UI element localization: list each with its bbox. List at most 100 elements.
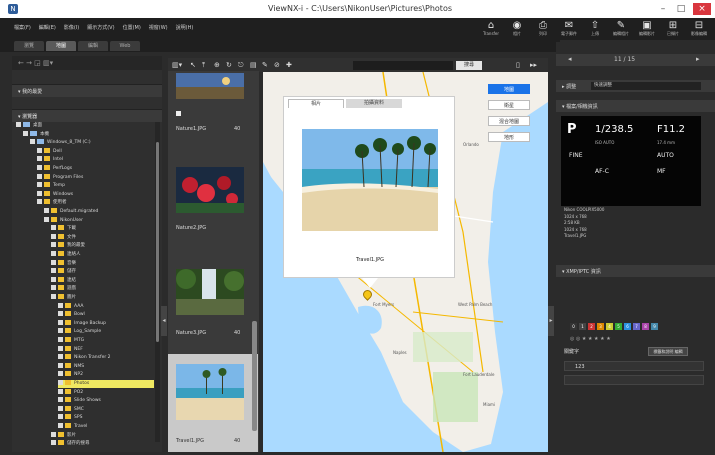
expand-icon[interactable] xyxy=(58,423,63,428)
expand-icon[interactable] xyxy=(37,147,42,153)
expand-icon[interactable] xyxy=(16,122,21,127)
folder-tree-scrollbar[interactable] xyxy=(155,122,160,442)
expand-icon[interactable] xyxy=(51,276,56,282)
tree-item[interactable]: 連絡人 xyxy=(51,251,154,259)
tree-item[interactable]: 我的最愛 xyxy=(51,242,154,250)
menu-view[interactable]: 顯示方式(V) xyxy=(87,24,114,31)
minimize-button[interactable]: – xyxy=(655,3,671,15)
expand-icon[interactable] xyxy=(58,388,63,394)
expand-icon[interactable] xyxy=(58,302,63,308)
label-swatch[interactable]: 4 xyxy=(606,323,613,330)
expand-icon[interactable] xyxy=(51,251,56,256)
rating-stars[interactable]: ◎ ◎ ★ ★ ★ ★ ★ xyxy=(570,336,611,342)
rotate-icon[interactable]: ↻ xyxy=(226,61,232,69)
thumbnail-item[interactable]: Nature1.JPG 40 xyxy=(168,71,258,151)
tree-item[interactable]: Travel xyxy=(58,423,154,431)
popup-tab-photo[interactable]: 相片 xyxy=(288,99,344,108)
add-location-icon[interactable]: ✚ xyxy=(286,61,292,69)
satellite-view-button[interactable]: 衛星 xyxy=(488,100,530,110)
terrain-view-button[interactable]: 地形 xyxy=(488,132,530,142)
expand-icon[interactable]: ▸▸ xyxy=(530,61,537,69)
expand-icon[interactable] xyxy=(58,311,63,317)
label-swatch[interactable]: 2 xyxy=(588,323,595,330)
tree-item-selected[interactable]: Photos xyxy=(58,380,154,388)
expand-icon[interactable] xyxy=(37,190,42,196)
tab-map[interactable]: 地圖 xyxy=(46,41,76,51)
share-button[interactable]: ◉ 相片 xyxy=(507,20,527,37)
delete-location-icon[interactable]: ⊘ xyxy=(274,61,280,69)
expand-icon[interactable] xyxy=(51,268,56,274)
expand-icon[interactable] xyxy=(51,431,56,437)
tree-item[interactable]: 儲存的搜尋 xyxy=(51,440,154,448)
export-icon[interactable]: ⎋ xyxy=(238,61,244,69)
tree-item[interactable]: Slide Shows xyxy=(58,397,154,405)
expand-icon[interactable] xyxy=(37,173,42,179)
tab-browser[interactable]: 瀏覽 xyxy=(14,41,44,51)
expand-icon[interactable] xyxy=(51,259,56,265)
keyword-field[interactable]: 123 xyxy=(564,361,704,371)
thumbnail-item-selected[interactable]: Travel1.JPG 40 xyxy=(168,354,258,452)
transfer-button[interactable]: ⌂ Transfer xyxy=(481,20,501,37)
navigation-buttons[interactable]: ← → ◲ ▥▾ xyxy=(12,56,162,70)
tree-item[interactable]: MTG xyxy=(58,337,154,345)
tree-item[interactable]: 本機 xyxy=(23,130,154,139)
expand-icon[interactable] xyxy=(51,285,56,291)
tree-item[interactable]: PerfLogs xyxy=(37,165,154,173)
expand-icon[interactable] xyxy=(58,397,63,403)
tree-item[interactable]: Bowl xyxy=(58,311,154,319)
edit-video-button[interactable]: ▣ 編輯影片 xyxy=(637,20,657,37)
expand-icon[interactable] xyxy=(37,199,42,205)
tree-item[interactable]: 影片 xyxy=(51,431,154,440)
tree-item[interactable]: 圖片 xyxy=(51,294,154,302)
expand-icon[interactable] xyxy=(58,362,63,368)
expand-icon[interactable] xyxy=(37,165,42,170)
expand-icon[interactable] xyxy=(58,354,63,360)
tree-item[interactable]: 遊戲 xyxy=(51,285,154,293)
log-icon[interactable]: ▤ xyxy=(250,61,257,69)
tree-item[interactable]: Intel xyxy=(37,156,154,164)
label-swatch[interactable]: 7 xyxy=(633,323,640,330)
tree-item[interactable]: NEF xyxy=(58,345,154,354)
expand-icon[interactable] xyxy=(58,371,63,377)
menu-help[interactable]: 說明(H) xyxy=(176,24,194,31)
tree-item[interactable]: SMC xyxy=(58,405,154,414)
tree-item[interactable]: SPS xyxy=(58,414,154,422)
view-mode-icon[interactable]: ▥▾ xyxy=(172,61,182,69)
keyword-field-empty[interactable] xyxy=(564,375,704,385)
label-swatch[interactable]: 3 xyxy=(597,323,604,330)
map-search-button[interactable]: 搜尋 xyxy=(456,61,482,70)
edit-photo-button[interactable]: ✎ 編輯相片 xyxy=(611,20,631,37)
menu-location[interactable]: 位置(M) xyxy=(123,24,141,31)
expand-icon[interactable] xyxy=(58,328,63,334)
page-icon[interactable]: ▯ xyxy=(516,61,520,69)
tree-item[interactable]: 桌面 xyxy=(16,122,154,130)
tree-item[interactable]: Default.migrated xyxy=(44,208,154,216)
close-button[interactable]: × xyxy=(693,3,711,15)
expand-icon[interactable] xyxy=(58,380,63,385)
expand-icon[interactable] xyxy=(58,337,63,342)
previous-image-icon[interactable]: ◂ xyxy=(568,55,572,63)
thumbnail-checkbox[interactable] xyxy=(176,111,181,116)
tree-item[interactable]: PO2 xyxy=(58,388,154,397)
expand-icon[interactable] xyxy=(51,225,56,231)
pointer-icon[interactable]: ↖ xyxy=(190,61,196,69)
menu-edit[interactable]: 編輯(E) xyxy=(39,24,56,31)
tree-item[interactable]: Dell xyxy=(37,147,154,156)
label-swatch[interactable]: 6 xyxy=(624,323,631,330)
tree-item[interactable]: Temp xyxy=(37,182,154,190)
tree-item[interactable]: Nikon Transfer 2 xyxy=(58,354,154,362)
xmp-iptc-header[interactable]: ▾ XMP/IPTC 資訊 xyxy=(556,265,715,277)
tree-item[interactable]: NikonUser xyxy=(44,216,154,225)
adjust-preset-select[interactable]: 快速調整 xyxy=(591,82,701,90)
favorites-header[interactable]: ▾ 我的最愛 xyxy=(12,84,162,97)
draw-icon[interactable]: ✎ xyxy=(262,61,268,69)
location-icon[interactable]: ⊕ xyxy=(214,61,220,69)
upload-button[interactable]: ⇧ 上傳 xyxy=(585,20,605,37)
tree-item[interactable]: Program Files xyxy=(37,173,154,182)
tree-item[interactable]: 儲存 xyxy=(51,268,154,276)
expand-icon[interactable] xyxy=(30,139,35,145)
tree-item[interactable]: Image Backup xyxy=(58,319,154,328)
collapse-right-panel-button[interactable]: ▸ xyxy=(548,306,554,336)
expand-icon[interactable] xyxy=(51,294,56,299)
edit-tags-button[interactable]: 標籤和說明 編輯 xyxy=(648,347,688,356)
